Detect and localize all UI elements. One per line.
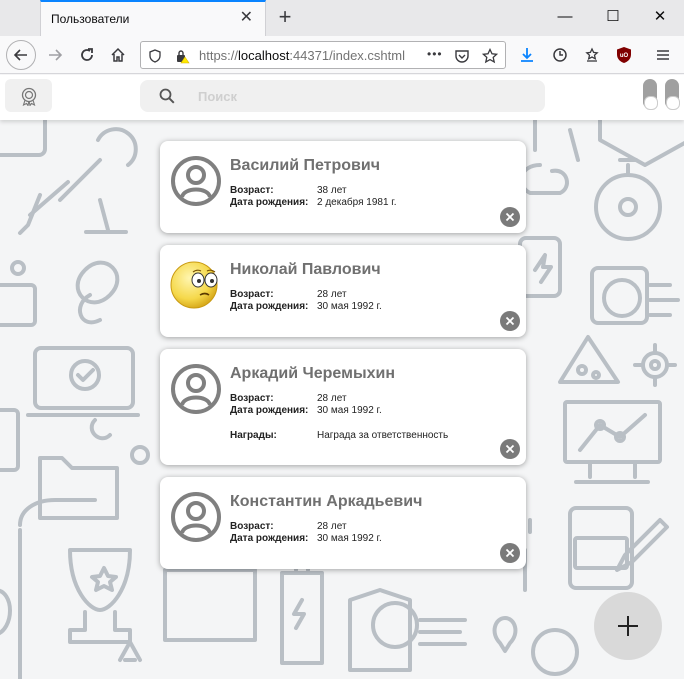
user-name: Константин Аркадьевич xyxy=(230,493,423,510)
history-icon[interactable] xyxy=(545,40,575,70)
birth-label: Дата рождения: xyxy=(230,405,309,416)
add-user-button[interactable] xyxy=(594,592,662,660)
age-value: 38 лет xyxy=(317,185,347,196)
search-input[interactable] xyxy=(198,86,528,106)
library-icon[interactable] xyxy=(577,40,607,70)
menu-icon[interactable] xyxy=(648,40,678,70)
birth-value: 2 декабря 1981 г. xyxy=(317,197,397,208)
delete-user-button[interactable] xyxy=(500,439,520,459)
shield-icon[interactable] xyxy=(146,47,164,65)
browser-tab[interactable]: Пользователи ✕ xyxy=(40,0,266,36)
award-badge-button[interactable] xyxy=(5,79,52,112)
downloads-icon[interactable] xyxy=(512,40,542,70)
maximize-icon[interactable]: ☐ xyxy=(598,4,628,30)
birth-value: 30 мая 1992 г. xyxy=(317,405,382,416)
toggle-switch-left[interactable] xyxy=(643,79,658,110)
birth-label: Дата рождения: xyxy=(230,301,309,312)
home-icon[interactable] xyxy=(103,40,133,70)
birth-label: Дата рождения: xyxy=(230,197,309,208)
bookmark-star-icon[interactable] xyxy=(481,47,499,65)
url-host: localhost xyxy=(238,48,290,63)
tab-close-icon[interactable]: ✕ xyxy=(240,9,253,27)
minimize-icon[interactable]: — xyxy=(550,4,580,30)
window-close-icon[interactable]: ✕ xyxy=(645,4,675,30)
user-name: Василий Петрович xyxy=(230,157,380,174)
ublock-icon[interactable]: uO xyxy=(609,40,639,70)
url-text[interactable]: https://localhost:44371/index.cshtml xyxy=(199,48,405,63)
tab-title: Пользователи xyxy=(51,12,130,26)
default-user-icon xyxy=(171,492,221,542)
plus-icon xyxy=(618,616,638,636)
user-name: Аркадий Черемыхин xyxy=(230,365,396,382)
browser-nav-bar: https://localhost:44371/index.cshtml •••… xyxy=(0,36,684,74)
reload-icon[interactable] xyxy=(72,40,102,70)
delete-user-button[interactable] xyxy=(500,543,520,563)
age-label: Возраст: xyxy=(230,393,274,404)
delete-user-button[interactable] xyxy=(500,311,520,331)
url-path: :44371/index.cshtml xyxy=(289,48,405,63)
birth-value: 30 мая 1992 г. xyxy=(317,533,382,544)
user-card[interactable]: Василий Петрович Возраст: 38 лет Дата ро… xyxy=(160,141,526,233)
default-user-icon xyxy=(171,156,221,206)
app-header xyxy=(0,75,684,120)
awards-value: Награда за ответственность xyxy=(317,430,449,441)
award-badge-icon xyxy=(21,87,36,106)
birth-value: 30 мая 1992 г. xyxy=(317,301,382,312)
age-value: 28 лет xyxy=(317,393,347,404)
user-card[interactable]: Аркадий Черемыхин Возраст: 28 лет Дата р… xyxy=(160,349,526,465)
svg-text:uO: uO xyxy=(620,53,629,59)
age-value: 28 лет xyxy=(317,289,347,300)
back-arrow-icon[interactable] xyxy=(6,40,36,70)
user-card[interactable]: Константин Аркадьевич Возраст: 28 лет Да… xyxy=(160,477,526,569)
default-user-icon xyxy=(171,364,221,414)
birth-label: Дата рождения: xyxy=(230,533,309,544)
emoji-avatar xyxy=(170,261,218,309)
close-circle-icon xyxy=(505,548,515,558)
awards-label: Награды: xyxy=(230,430,277,441)
age-label: Возраст: xyxy=(230,289,274,300)
user-card[interactable]: Николай Павлович Возраст: 28 лет Дата ро… xyxy=(160,245,526,337)
insecure-lock-icon[interactable] xyxy=(173,47,191,65)
user-name: Николай Павлович xyxy=(230,261,381,278)
close-circle-icon xyxy=(505,444,515,454)
new-tab-button[interactable]: + xyxy=(272,4,298,30)
more-actions-icon[interactable]: ••• xyxy=(427,47,443,61)
close-circle-icon xyxy=(505,212,515,222)
url-prefix: https:// xyxy=(199,48,239,63)
toggle-switch-right[interactable] xyxy=(665,79,680,110)
search-box[interactable] xyxy=(140,80,545,112)
search-icon xyxy=(159,88,175,104)
pocket-icon[interactable] xyxy=(453,47,471,65)
url-bar[interactable]: https://localhost:44371/index.cshtml ••• xyxy=(140,41,506,69)
forward-arrow-icon[interactable] xyxy=(40,40,70,70)
browser-tab-bar: Пользователи ✕ + — ☐ ✕ xyxy=(0,0,684,36)
close-circle-icon xyxy=(505,316,515,326)
age-label: Возраст: xyxy=(230,185,274,196)
age-value: 28 лет xyxy=(317,521,347,532)
age-label: Возраст: xyxy=(230,521,274,532)
delete-user-button[interactable] xyxy=(500,207,520,227)
